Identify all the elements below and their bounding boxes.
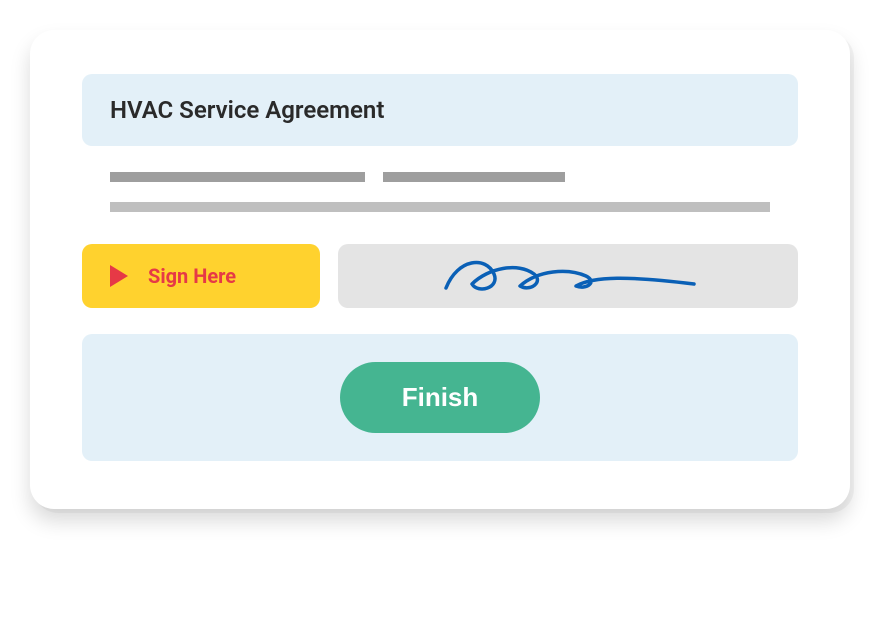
placeholder-line [110,202,770,212]
document-title: HVAC Service Agreement [110,96,770,124]
play-triangle-icon [110,265,128,287]
document-card: HVAC Service Agreement Sign Here Finish [30,30,850,509]
title-bar: HVAC Service Agreement [82,74,798,146]
placeholder-row [110,172,770,182]
signature-row: Sign Here [82,244,798,308]
sign-here-label: Sign Here [148,264,236,288]
document-body-placeholder [82,172,798,212]
signature-scribble-icon [438,254,698,298]
sign-here-button[interactable]: Sign Here [82,244,320,308]
placeholder-line [110,172,365,182]
finish-bar: Finish [82,334,798,461]
finish-button[interactable]: Finish [340,362,541,433]
signature-field[interactable] [338,244,798,308]
placeholder-line [383,172,565,182]
